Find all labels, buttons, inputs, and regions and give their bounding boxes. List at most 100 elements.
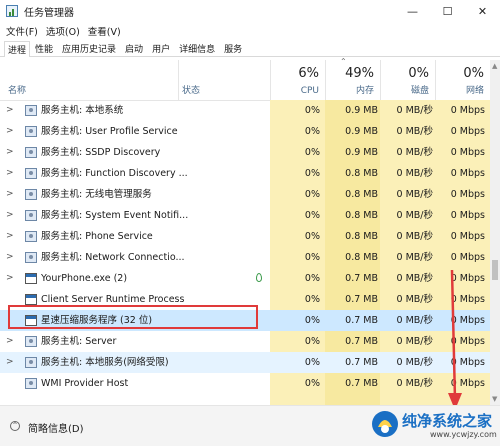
memory-value: 0.9 MB [345,147,378,158]
service-host-icon [25,168,37,179]
table-row[interactable]: > 服务主机: 本地系统 0% 0.9 MB 0 MB/秒 0 Mbps [0,100,490,121]
tab-app-history[interactable]: 应用历史记录 [58,40,120,56]
column-header: ⌃ 名称 状态 6% CPU 49% 内存 0% 磁盘 0% 网络 [0,57,490,101]
table-row[interactable]: > 服务主机: Network Connectio... 0% 0.8 MB 0… [0,247,490,268]
title-bar: 任务管理器 — ☐ ✕ [0,0,500,22]
column-memory[interactable]: 49% 内存 [325,60,380,100]
close-button[interactable]: ✕ [465,0,500,22]
task-manager-icon [6,5,18,17]
cpu-value: 0% [304,231,320,242]
disk-value: 0 MB/秒 [396,378,433,389]
table-row[interactable]: > 服务主机: User Profile Service 0% 0.9 MB 0… [0,121,490,142]
column-disk[interactable]: 0% 磁盘 [380,60,435,100]
table-row[interactable]: > 服务主机: 无线电管理服务 0% 0.8 MB 0 MB/秒 0 Mbps [0,184,490,205]
menu-bar: 文件(F) 选项(O) 查看(V) [0,22,129,39]
menu-file[interactable]: 文件(F) [6,24,38,38]
disk-value: 0 MB/秒 [396,357,433,368]
service-host-icon [25,252,37,263]
cpu-value: 0% [304,189,320,200]
cpu-value: 0% [304,357,320,368]
minimize-button[interactable]: — [395,0,430,22]
cpu-value: 0% [304,126,320,137]
disk-value: 0 MB/秒 [396,273,433,284]
window-title: 任务管理器 [24,7,74,19]
table-row[interactable]: > 服务主机: System Event Notifi... 0% 0.8 MB… [0,205,490,226]
expand-chevron-icon[interactable]: > [6,352,16,373]
tab-startup[interactable]: 启动 [121,40,147,56]
memory-value: 0.7 MB [345,336,378,347]
expand-chevron-icon[interactable]: > [6,247,16,268]
tab-performance[interactable]: 性能 [31,40,57,56]
table-row[interactable]: > 服务主机: Server 0% 0.7 MB 0 MB/秒 0 Mbps [0,331,490,352]
expand-chevron-icon[interactable]: > [6,331,16,352]
watermark-url: www.ycwjzy.com [430,430,497,439]
cpu-value: 0% [304,336,320,347]
disk-value: 0 MB/秒 [396,231,433,242]
watermark-logo-icon [372,411,398,437]
cpu-value: 0% [304,210,320,221]
column-name[interactable]: 名称 [0,60,178,100]
process-list: > 服务主机: 本地系统 0% 0.9 MB 0 MB/秒 0 Mbps > 服… [0,100,490,394]
service-host-icon [25,126,37,137]
scroll-thumb[interactable] [492,260,498,280]
table-row[interactable]: > YourPhone.exe (2) 0% 0.7 MB 0 MB/秒 0 M… [0,268,490,289]
disk-value: 0 MB/秒 [396,252,433,263]
scroll-down-icon[interactable]: ▼ [492,395,497,403]
table-row[interactable]: > 服务主机: Function Discovery ... 0% 0.8 MB… [0,163,490,184]
column-network[interactable]: 0% 网络 [435,60,490,100]
expand-chevron-icon[interactable]: > [6,268,16,289]
network-value: 0 Mbps [450,126,485,137]
service-host-icon [25,336,37,347]
annotation-highlight-box [8,305,258,329]
expand-chevron-icon[interactable] [6,373,16,394]
tab-users[interactable]: 用户 [148,40,174,56]
network-value: 0 Mbps [450,168,485,179]
expand-chevron-icon[interactable]: > [6,142,16,163]
column-cpu[interactable]: 6% CPU [270,60,325,100]
memory-value: 0.9 MB [345,105,378,116]
table-row[interactable]: > 服务主机: Phone Service 0% 0.8 MB 0 MB/秒 0… [0,226,490,247]
scroll-up-icon[interactable]: ▲ [492,62,497,70]
memory-value: 0.8 MB [345,252,378,263]
expand-chevron-icon[interactable]: > [6,226,16,247]
disk-value: 0 MB/秒 [396,126,433,137]
process-name: 服务主机: 本地服务(网络受限) [41,357,169,368]
memory-value: 0.7 MB [345,357,378,368]
vertical-scrollbar[interactable]: ▲ ▼ [490,60,500,405]
memory-value: 0.7 MB [345,315,378,326]
table-row[interactable]: > 服务主机: SSDP Discovery 0% 0.9 MB 0 MB/秒 … [0,142,490,163]
expand-chevron-icon[interactable]: > [6,121,16,142]
expand-chevron-icon[interactable]: > [6,163,16,184]
expand-chevron-icon[interactable]: > [6,100,16,121]
process-name: 服务主机: 无线电管理服务 [41,189,152,200]
process-icon [25,273,37,284]
service-host-icon [25,147,37,158]
cpu-value: 0% [304,273,320,284]
cpu-value: 0% [304,168,320,179]
maximize-button[interactable]: ☐ [430,0,465,22]
chevron-up-icon[interactable]: ^ [10,421,20,431]
process-name: WMI Provider Host [41,378,129,389]
memory-value: 0.8 MB [345,189,378,200]
tab-services[interactable]: 服务 [220,40,246,56]
expand-chevron-icon[interactable]: > [6,184,16,205]
column-status[interactable]: 状态 [178,60,270,100]
network-value: 0 Mbps [450,210,485,221]
disk-value: 0 MB/秒 [396,294,433,305]
table-row[interactable]: > 服务主机: 本地服务(网络受限) 0% 0.7 MB 0 MB/秒 0 Mb… [0,352,490,373]
fewer-details-link[interactable]: 简略信息(D) [28,420,84,435]
menu-options[interactable]: 选项(O) [46,24,80,38]
process-name: 服务主机: User Profile Service [41,126,178,137]
cpu-value: 0% [304,378,320,389]
suspended-leaf-icon [256,273,262,282]
process-name: 服务主机: Phone Service [41,231,153,242]
expand-chevron-icon[interactable]: > [6,205,16,226]
process-name: 服务主机: Server [41,336,117,347]
service-host-icon [25,105,37,116]
memory-value: 0.8 MB [345,168,378,179]
tab-processes[interactable]: 进程 [4,41,31,57]
tab-details[interactable]: 详细信息 [175,40,219,56]
menu-view[interactable]: 查看(V) [88,24,121,38]
table-row[interactable]: WMI Provider Host 0% 0.7 MB 0 MB/秒 0 Mbp… [0,373,490,394]
watermark: 纯净系统之家 www.ycwjzy.com [370,405,500,445]
